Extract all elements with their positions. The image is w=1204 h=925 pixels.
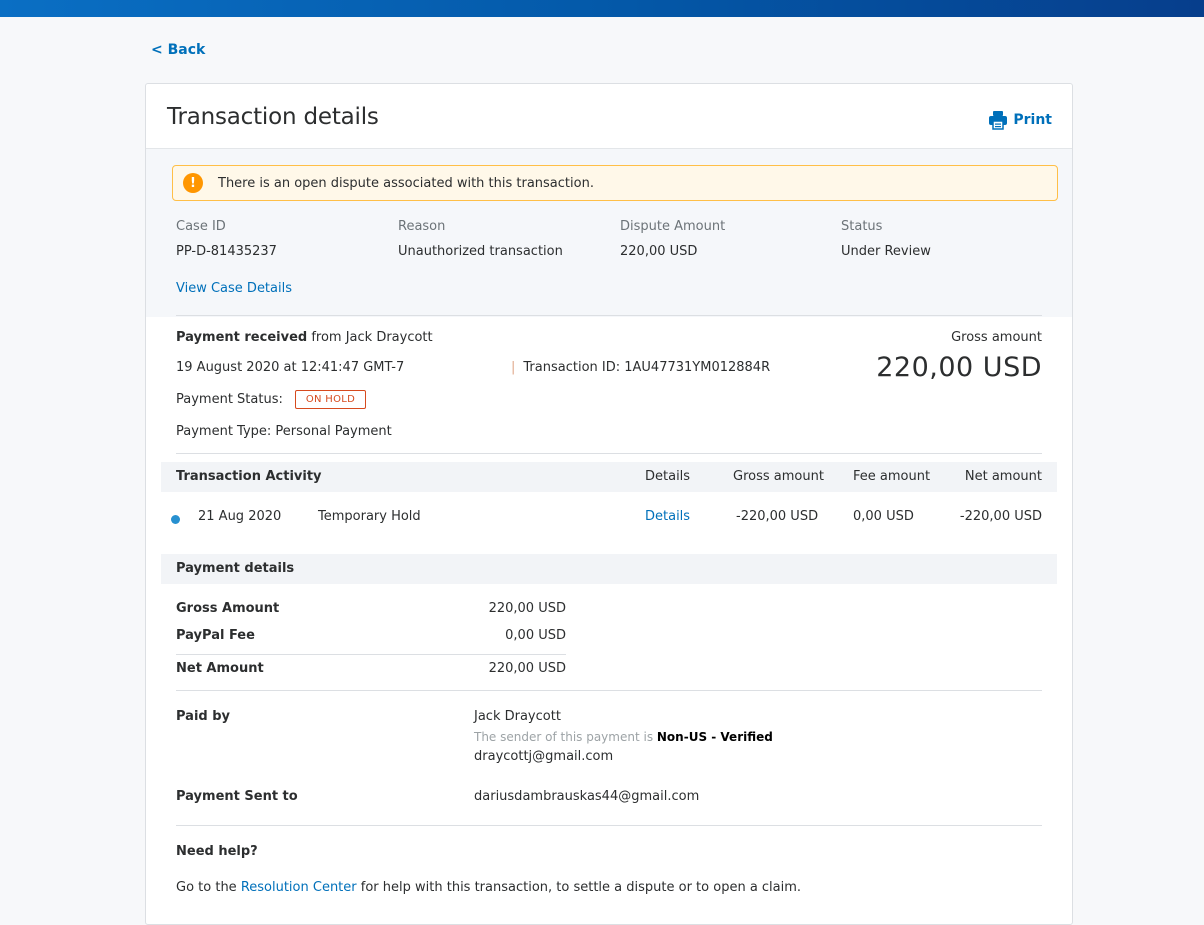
- payment-sent-to-email: dariusdambrauskas44@gmail.com: [474, 789, 700, 804]
- paid-by-name: Jack Draycott: [474, 709, 561, 724]
- payment-status: Payment Status: ON HOLD: [176, 390, 367, 409]
- net-amount-value: 220,00 USD: [488, 661, 566, 676]
- payment-received-line: Payment received from Jack Draycott: [176, 330, 433, 345]
- case-id-column: Case ID PP-D-81435237: [176, 219, 277, 259]
- warning-icon: !: [183, 173, 203, 193]
- gross-column-header: Gross amount: [733, 469, 824, 484]
- net-amount-label: Net Amount: [176, 661, 264, 676]
- divider: [176, 315, 1042, 316]
- print-label: Print: [1013, 112, 1052, 128]
- net-column-header: Net amount: [964, 469, 1042, 484]
- status-dot-icon: [171, 515, 180, 524]
- sender-note: The sender of this payment is: [474, 730, 657, 744]
- case-id-label: Case ID: [176, 219, 226, 234]
- table-row: 21 Aug 2020 Temporary Hold Details -220,…: [161, 506, 1057, 530]
- transaction-activity-header: Transaction Activity Details Gross amoun…: [161, 462, 1057, 492]
- sender-verification: The sender of this payment is Non-US - V…: [474, 730, 773, 744]
- activity-gross: -220,00 USD: [736, 509, 819, 524]
- divider: [176, 690, 1042, 691]
- paid-by-label: Paid by: [176, 709, 231, 724]
- back-link[interactable]: < Back: [151, 42, 205, 58]
- paypal-fee-value: 0,00 USD: [505, 628, 566, 643]
- gross-amount-row-value: 220,00 USD: [488, 601, 566, 616]
- help-text-before: Go to the: [176, 880, 241, 895]
- top-banner: [0, 0, 1204, 17]
- help-text: Go to the Resolution Center for help wit…: [176, 880, 801, 895]
- activity-net: -220,00 USD: [959, 509, 1042, 524]
- divider: [176, 654, 566, 655]
- print-button[interactable]: Print: [988, 110, 1052, 130]
- page-title: Transaction details: [167, 104, 379, 130]
- view-case-details-link[interactable]: View Case Details: [176, 281, 292, 296]
- status-value: Under Review: [841, 244, 931, 259]
- payment-sender: from Jack Draycott: [307, 330, 433, 345]
- alert-text: There is an open dispute associated with…: [218, 175, 594, 191]
- activity-details-link[interactable]: Details: [645, 509, 690, 524]
- gross-amount-label: Gross amount: [951, 330, 1042, 345]
- dispute-alert: ! There is an open dispute associated wi…: [172, 165, 1058, 201]
- need-help-title: Need help?: [176, 844, 258, 859]
- status-column: Status Under Review: [841, 219, 931, 259]
- gross-amount-row-label: Gross Amount: [176, 601, 280, 616]
- transaction-activity-title: Transaction Activity: [176, 469, 322, 484]
- transaction-id-text: Transaction ID: 1AU47731YM012884R: [523, 360, 771, 375]
- activity-fee: 0,00 USD: [853, 509, 914, 524]
- printer-icon: [988, 110, 1008, 130]
- paypal-fee-label: PayPal Fee: [176, 628, 255, 643]
- transaction-card: Transaction details Print ! There is an …: [145, 83, 1073, 925]
- payment-details-header: Payment details: [161, 554, 1057, 584]
- resolution-center-link[interactable]: Resolution Center: [241, 880, 357, 895]
- sender-status: Non-US - Verified: [656, 730, 773, 744]
- payment-sent-to-label: Payment Sent to: [176, 789, 298, 804]
- dispute-amount-column: Dispute Amount 220,00 USD: [620, 219, 725, 259]
- divider: [176, 825, 1042, 826]
- transaction-id: | Transaction ID: 1AU47731YM012884R: [511, 360, 771, 375]
- case-id-value: PP-D-81435237: [176, 244, 277, 259]
- help-text-after: for help with this transaction, to settl…: [356, 880, 802, 895]
- payment-status-label: Payment Status:: [176, 392, 283, 407]
- payment-type: Payment Type: Personal Payment: [176, 424, 392, 439]
- dispute-amount-value: 220,00 USD: [620, 244, 698, 259]
- divider: [176, 453, 1042, 454]
- details-column-header: Details: [645, 469, 691, 484]
- reason-value: Unauthorized transaction: [398, 244, 563, 259]
- paid-by-email: draycottj@gmail.com: [474, 749, 614, 764]
- status-badge: ON HOLD: [294, 390, 367, 409]
- payment-received-label: Payment received: [176, 330, 308, 345]
- payment-date: 19 August 2020 at 12:41:47 GMT-7: [176, 360, 405, 375]
- dispute-section: ! There is an open dispute associated wi…: [146, 148, 1072, 317]
- activity-description: Temporary Hold: [318, 509, 421, 524]
- dispute-amount-label: Dispute Amount: [620, 219, 726, 234]
- activity-date: 21 Aug 2020: [198, 509, 282, 524]
- reason-column: Reason Unauthorized transaction: [398, 219, 563, 259]
- fee-column-header: Fee amount: [853, 469, 931, 484]
- gross-amount-value: 220,00 USD: [876, 352, 1042, 383]
- reason-label: Reason: [398, 219, 446, 234]
- status-label: Status: [841, 219, 883, 234]
- payment-details-title: Payment details: [176, 561, 295, 576]
